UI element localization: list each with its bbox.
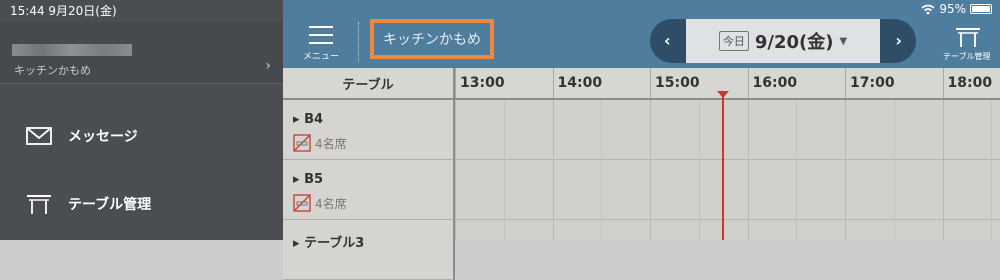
battery-icon: [970, 4, 992, 14]
seat-count: 4名席: [315, 196, 347, 211]
table-name: ▸ テーブル3: [293, 236, 365, 251]
hour-gridline: [747, 68, 749, 98]
sidebar-item-table-management[interactable]: テーブル管理: [0, 182, 283, 226]
table-icon: [27, 195, 51, 214]
chevron-right-icon: ›: [265, 58, 271, 74]
row-divider: [455, 219, 1000, 220]
hour-label: 15:00: [655, 75, 700, 91]
today-badge[interactable]: 今日: [718, 31, 749, 51]
hour-gridline: [845, 68, 846, 98]
battery-percent: 95%: [939, 2, 966, 16]
table-management-button[interactable]: テーブル管理: [943, 26, 997, 66]
next-day-chevron-icon[interactable]: ›: [895, 31, 902, 50]
hour-gridline: [455, 68, 456, 98]
menu-button[interactable]: メニュー: [303, 24, 340, 64]
hour-label: 18:00: [947, 75, 993, 91]
hour-gridline: [552, 68, 554, 98]
table-name: ▸ B5: [293, 172, 324, 187]
row-divider: [455, 159, 1000, 160]
divider: [358, 22, 359, 62]
sidebar-item-messages[interactable]: メッセージ: [0, 114, 283, 158]
no-smoking-icon: [293, 194, 311, 212]
shop-name-button[interactable]: キッチンかもめ: [370, 19, 494, 59]
hour-label: 16:00: [752, 75, 798, 91]
date-picker-button[interactable]: 今日 9/20(金) ▼: [686, 19, 880, 63]
current-time-line: [722, 95, 724, 240]
hour-label: 17:00: [850, 75, 895, 91]
header-bar: 95% メニュー キッチンかもめ ‹ 今日 9/20(金) ▼ › テーブル管理: [283, 0, 1000, 68]
table-icon: [956, 28, 980, 47]
status-right: 95%: [921, 2, 992, 16]
table-row-b5[interactable]: ▸ B5 4名席: [283, 160, 455, 220]
caret-down-icon: ▼: [839, 35, 848, 47]
hour-label: 14:00: [557, 75, 603, 91]
main-area: 95% メニュー キッチンかもめ ‹ 今日 9/20(金) ▼ › テーブル管理…: [283, 0, 1000, 280]
seat-count: 4名席: [315, 136, 347, 151]
hour-gridline: [942, 68, 944, 98]
account-name-redacted: [12, 44, 132, 56]
table-row-3[interactable]: ▸ テーブル3: [283, 220, 455, 280]
prev-day-chevron-icon[interactable]: ‹: [664, 31, 671, 50]
date-navigator: ‹ 今日 9/20(金) ▼ ›: [650, 19, 916, 63]
table-row-b4[interactable]: ▸ B4 4名席: [283, 100, 455, 160]
account-shop-name: キッチンかもめ: [14, 64, 91, 77]
envelope-icon: [26, 127, 52, 145]
wifi-icon: [921, 4, 935, 14]
timeline-grid[interactable]: ▸ B4 4名席 ▸ B5 4名席 ▸ テーブル3: [283, 100, 1000, 280]
account-selector[interactable]: キッチンかもめ ›: [0, 22, 283, 84]
table-management-label: テーブル管理: [943, 52, 991, 61]
table-column-header: テーブル: [283, 68, 455, 98]
timeline-header: テーブル 13:00 14:00 15:00 16:00 17:00 18:00: [283, 68, 1000, 100]
hamburger-icon: [309, 26, 333, 50]
no-smoking-icon: [293, 134, 311, 152]
sidebar-item-label: テーブル管理: [68, 197, 152, 213]
hour-label: 13:00: [460, 75, 505, 91]
sidebar: 15:44 9月20日(金) キッチンかもめ › メッセージ テーブル管理: [0, 0, 283, 240]
seat-info: 4名席: [293, 194, 347, 212]
seat-info: 4名席: [293, 134, 347, 152]
menu-label: メニュー: [303, 52, 340, 62]
current-date: 9/20(金): [754, 32, 834, 53]
status-time-date: 15:44 9月20日(金): [10, 4, 117, 18]
hour-gridline: [650, 68, 651, 98]
sidebar-item-label: メッセージ: [68, 129, 138, 145]
table-name: ▸ B4: [293, 112, 324, 127]
